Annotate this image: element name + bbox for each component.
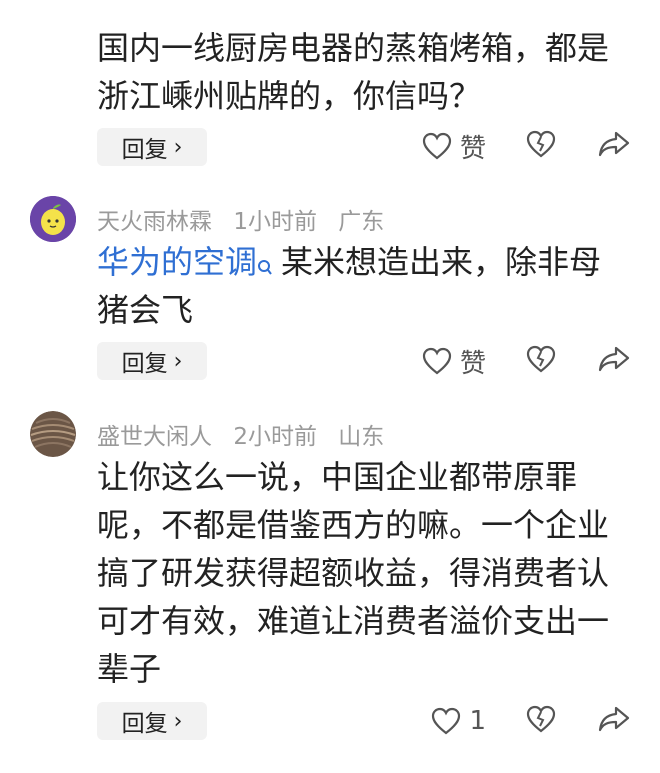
like-label: 赞 [459, 133, 486, 164]
like-label: 赞 [459, 348, 486, 379]
comment-meta: 盛世大闲人 2小时前 山东 [97, 417, 398, 451]
search-link[interactable]: 华为的空调 [97, 243, 257, 281]
broken-heart-icon [526, 345, 556, 373]
avatar[interactable] [30, 411, 76, 457]
location: 山东 [338, 424, 385, 450]
heart-outline-icon [422, 347, 452, 375]
broken-heart-icon [526, 130, 556, 158]
comment-text: 某米想造出来，除非母 [281, 243, 602, 281]
heart-outline-icon [422, 132, 452, 160]
comment-text-line: 猪会飞 [97, 291, 194, 329]
like-button[interactable]: 赞 [422, 128, 486, 165]
timestamp: 1小时前 [233, 209, 317, 235]
username[interactable]: 盛世大闲人 [97, 424, 212, 450]
search-icon [257, 244, 273, 275]
comment-text-line: 可才有效，难道让消费者溢价支出一 [97, 602, 610, 640]
share-button[interactable] [598, 130, 630, 162]
dislike-button[interactable] [526, 130, 556, 162]
comment-meta: 天火雨林霖 1小时前 广东 [97, 202, 398, 236]
comment-text-line: 辈子 [97, 650, 162, 688]
dislike-button[interactable] [526, 705, 556, 737]
share-arrow-icon [598, 131, 630, 157]
share-arrow-icon [598, 706, 630, 732]
username[interactable]: 天火雨林霖 [97, 209, 212, 235]
comment-text-line: 搞了研发获得超额收益，得消费者认 [97, 554, 610, 592]
comment-text-line: 让你这么一说，中国企业都带原罪 [97, 458, 578, 496]
reply-label: 回复 [121, 711, 168, 737]
comment-text [97, 0, 632, 10]
comment-text-line: 国内一线厨房电器的蒸箱烤箱，都是 [97, 29, 610, 67]
lemon-avatar-icon [30, 196, 76, 242]
reply-button[interactable]: 回复 › [97, 702, 207, 740]
chevron-right-icon: › [173, 134, 183, 160]
timestamp: 2小时前 [233, 424, 317, 450]
location: 广东 [338, 209, 385, 235]
heart-outline-icon [432, 707, 461, 735]
share-arrow-icon [598, 346, 630, 372]
comment-actions: 1 [431, 701, 630, 741]
comment-text-line: 呢，不都是借鉴西方的嘛。一个企业 [97, 506, 610, 544]
comment-actions: 赞 [422, 126, 630, 166]
reply-label: 回复 [121, 351, 168, 377]
like-count: 1 [469, 706, 486, 736]
dislike-button[interactable] [526, 345, 556, 377]
chevron-right-icon: › [173, 708, 183, 734]
comment-text-line: 浙江嵊州贴牌的，你信吗？ [97, 77, 482, 115]
comment-text-line: 华为的空调 某米想造出来，除非母 [97, 238, 632, 286]
reply-button[interactable]: 回复 › [97, 342, 207, 380]
reply-label: 回复 [121, 137, 168, 163]
comment-actions: 赞 [422, 341, 630, 381]
photo-avatar-icon [30, 411, 76, 457]
like-button[interactable]: 1 [431, 706, 486, 736]
chevron-right-icon: › [173, 348, 183, 374]
share-button[interactable] [598, 705, 630, 737]
avatar[interactable] [30, 196, 76, 242]
like-button[interactable]: 赞 [422, 343, 486, 380]
broken-heart-icon [526, 705, 556, 733]
share-button[interactable] [598, 345, 630, 377]
reply-button[interactable]: 回复 › [97, 128, 207, 166]
